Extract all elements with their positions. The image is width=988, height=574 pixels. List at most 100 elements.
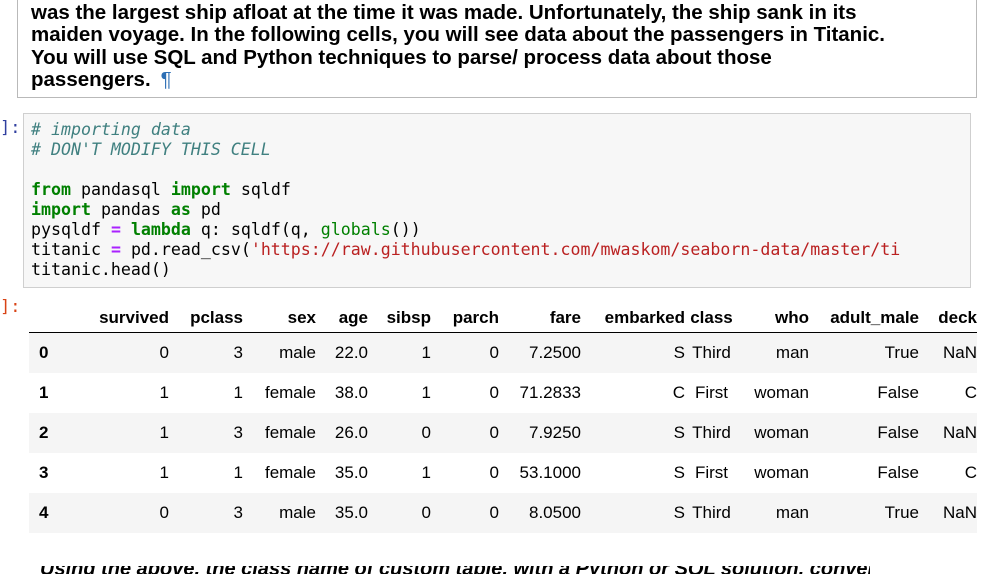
- table-cell: 0: [159, 343, 169, 362]
- table-cell: True: [884, 503, 919, 522]
- table-cell: woman: [754, 463, 809, 482]
- markdown-line: maiden voyage. In the following cells, y…: [31, 23, 885, 47]
- operator: =: [110, 240, 121, 259]
- table-cell: 7.9250: [529, 423, 581, 442]
- table-cell: First: [694, 383, 729, 402]
- table-cell: NaN: [942, 503, 977, 522]
- table-cell: False: [877, 423, 919, 442]
- module-name: pandas: [100, 200, 161, 219]
- keyword: import: [31, 200, 91, 219]
- table-cell: Third: [692, 343, 731, 362]
- alias-name: pd: [200, 200, 221, 219]
- column-header: age: [338, 308, 368, 327]
- column-header: sibsp: [386, 308, 431, 327]
- column-header: sex: [287, 308, 316, 327]
- table-cell: True: [884, 343, 919, 362]
- function-call: titanic.head(): [31, 260, 171, 279]
- function-call: pd.read_csv(: [130, 240, 251, 259]
- table-cell: 0: [489, 343, 499, 362]
- call-parens: ()): [390, 220, 421, 239]
- table-cell: C: [964, 463, 977, 482]
- row-index: 4: [39, 503, 49, 522]
- table-cell: 0: [489, 463, 499, 482]
- code-line: from pandasql import sqldf: [31, 180, 291, 200]
- table-cell: 1: [421, 383, 431, 402]
- markdown-text: was the largest ship afloat at the time …: [31, 1, 966, 91]
- keyword: lambda: [130, 220, 191, 239]
- table-row: 4 0 3 male 35.0 0 0 8.0500 S Third man T…: [29, 493, 977, 533]
- input-prompt: ]:: [0, 118, 21, 138]
- code-comment: # importing data: [31, 120, 191, 139]
- table-cell: female: [264, 423, 316, 442]
- table-row: 2 1 3 female 26.0 0 0 7.9250 S Third wom…: [29, 413, 977, 453]
- import-name: sqldf: [240, 180, 291, 199]
- table-cell: False: [877, 463, 919, 482]
- table-row: 1 1 1 female 38.0 1 0 71.2833 C First wo…: [29, 373, 977, 413]
- table-cell: 38.0: [334, 383, 368, 402]
- table-cell: C: [672, 383, 685, 402]
- table-cell: 1: [421, 463, 431, 482]
- column-header: who: [775, 308, 809, 327]
- column-header: fare: [549, 308, 581, 327]
- keyword: as: [170, 200, 191, 219]
- table-cell: male: [279, 503, 316, 522]
- table-cell: 26.0: [334, 423, 368, 442]
- table-cell: 0: [489, 503, 499, 522]
- module-name: pandasql: [80, 180, 161, 199]
- code-cell-editor[interactable]: # importing data # DON'T MODIFY THIS CEL…: [23, 113, 971, 288]
- table-cell: female: [264, 383, 316, 402]
- table-cell: 22.0: [334, 343, 368, 362]
- table-cell: S: [673, 463, 685, 482]
- markdown-line: was the largest ship afloat at the time …: [31, 1, 857, 24]
- variable-name: pysqldf: [31, 220, 101, 239]
- column-header: parch: [452, 308, 499, 327]
- table-cell: 8.0500: [529, 503, 581, 522]
- keyword: import: [170, 180, 231, 199]
- code-line: # DON'T MODIFY THIS CELL: [31, 140, 271, 160]
- table-cell: 3: [233, 423, 243, 442]
- code-line: pysqldf = lambda q: sqldf(q, globals()): [31, 220, 421, 240]
- table-cell: NaN: [942, 423, 977, 442]
- table-cell: Third: [692, 503, 731, 522]
- table-cell: 3: [233, 343, 243, 362]
- column-header: adult_male: [830, 308, 919, 327]
- dataframe-header-row: survived pclass sex age sibsp parch fare…: [29, 304, 977, 333]
- row-index: 1: [39, 383, 49, 402]
- table-cell: 1: [421, 343, 431, 362]
- table-cell: NaN: [942, 343, 977, 362]
- table-cell: 0: [489, 383, 499, 402]
- dataframe-table: survived pclass sex age sibsp parch fare…: [29, 304, 977, 533]
- builtin-name: globals: [320, 220, 391, 239]
- table-cell: woman: [754, 423, 809, 442]
- table-cell: man: [775, 343, 809, 362]
- lambda-body: q: sqldf(q,: [200, 220, 321, 239]
- code-line: titanic = pd.read_csv('https://raw.githu…: [31, 240, 900, 260]
- table-cell: female: [264, 463, 316, 482]
- output-prompt: ]:: [0, 297, 21, 317]
- table-cell: C: [964, 383, 977, 402]
- operator: =: [110, 220, 121, 239]
- table-cell: 0: [489, 423, 499, 442]
- table-cell: False: [877, 383, 919, 402]
- string-literal: 'https://raw.githubusercontent.com/mwask…: [250, 240, 901, 259]
- next-cell-text-cutoff: Using the above, the class name of custo…: [40, 566, 870, 574]
- column-header: deck: [938, 308, 977, 327]
- table-cell: 3: [233, 503, 243, 522]
- column-header: pclass: [190, 308, 243, 327]
- table-cell: 0: [159, 503, 169, 522]
- table-cell: 1: [159, 463, 169, 482]
- table-cell: 1: [159, 383, 169, 402]
- markdown-line: passengers. ¶: [31, 68, 966, 91]
- markdown-cell[interactable]: was the largest ship afloat at the time …: [17, 0, 977, 98]
- table-cell: woman: [754, 383, 809, 402]
- table-cell: 7.2500: [529, 343, 581, 362]
- code-line: titanic.head(): [31, 260, 171, 280]
- table-cell: First: [694, 463, 729, 482]
- table-cell: 0: [421, 423, 431, 442]
- code-line: import pandas as pd: [31, 200, 221, 220]
- code-comment: # DON'T MODIFY THIS CELL: [31, 140, 271, 159]
- table-cell: 1: [233, 463, 243, 482]
- pilcrow-anchor-link[interactable]: ¶: [161, 68, 172, 91]
- code-line: # importing data: [31, 120, 191, 140]
- table-cell: Third: [692, 423, 731, 442]
